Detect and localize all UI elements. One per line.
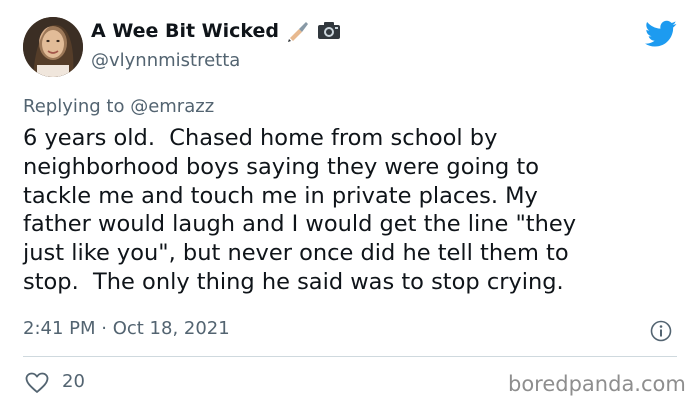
boredpanda-watermark: boredpanda.com: [508, 372, 686, 396]
user-handle[interactable]: @vlynnmistretta: [91, 50, 240, 71]
display-name-text: A Wee Bit Wicked: [91, 20, 280, 42]
replying-to-line: Replying to @emrazz: [23, 96, 214, 117]
camera-emoji-icon: [317, 20, 341, 42]
tweet-text: 6 years old. Chased home from school by …: [23, 125, 577, 295]
like-count: 20: [62, 371, 85, 392]
twitter-bird-icon[interactable]: [645, 20, 677, 48]
avatar[interactable]: [23, 17, 83, 77]
writing-hand-emoji-icon: [287, 20, 309, 42]
replying-to-prefix: Replying to: [23, 96, 131, 117]
tweet-card: A Wee Bit Wicked @vlynnmistretta Replyin…: [0, 0, 700, 410]
replying-to-mention-link[interactable]: @emrazz: [130, 96, 214, 117]
tweet-timestamp[interactable]: 2:41 PM · Oct 18, 2021: [23, 318, 230, 339]
info-icon[interactable]: [650, 320, 672, 342]
display-name[interactable]: A Wee Bit Wicked: [91, 20, 341, 42]
divider: [23, 356, 677, 357]
heart-icon[interactable]: [25, 372, 49, 394]
